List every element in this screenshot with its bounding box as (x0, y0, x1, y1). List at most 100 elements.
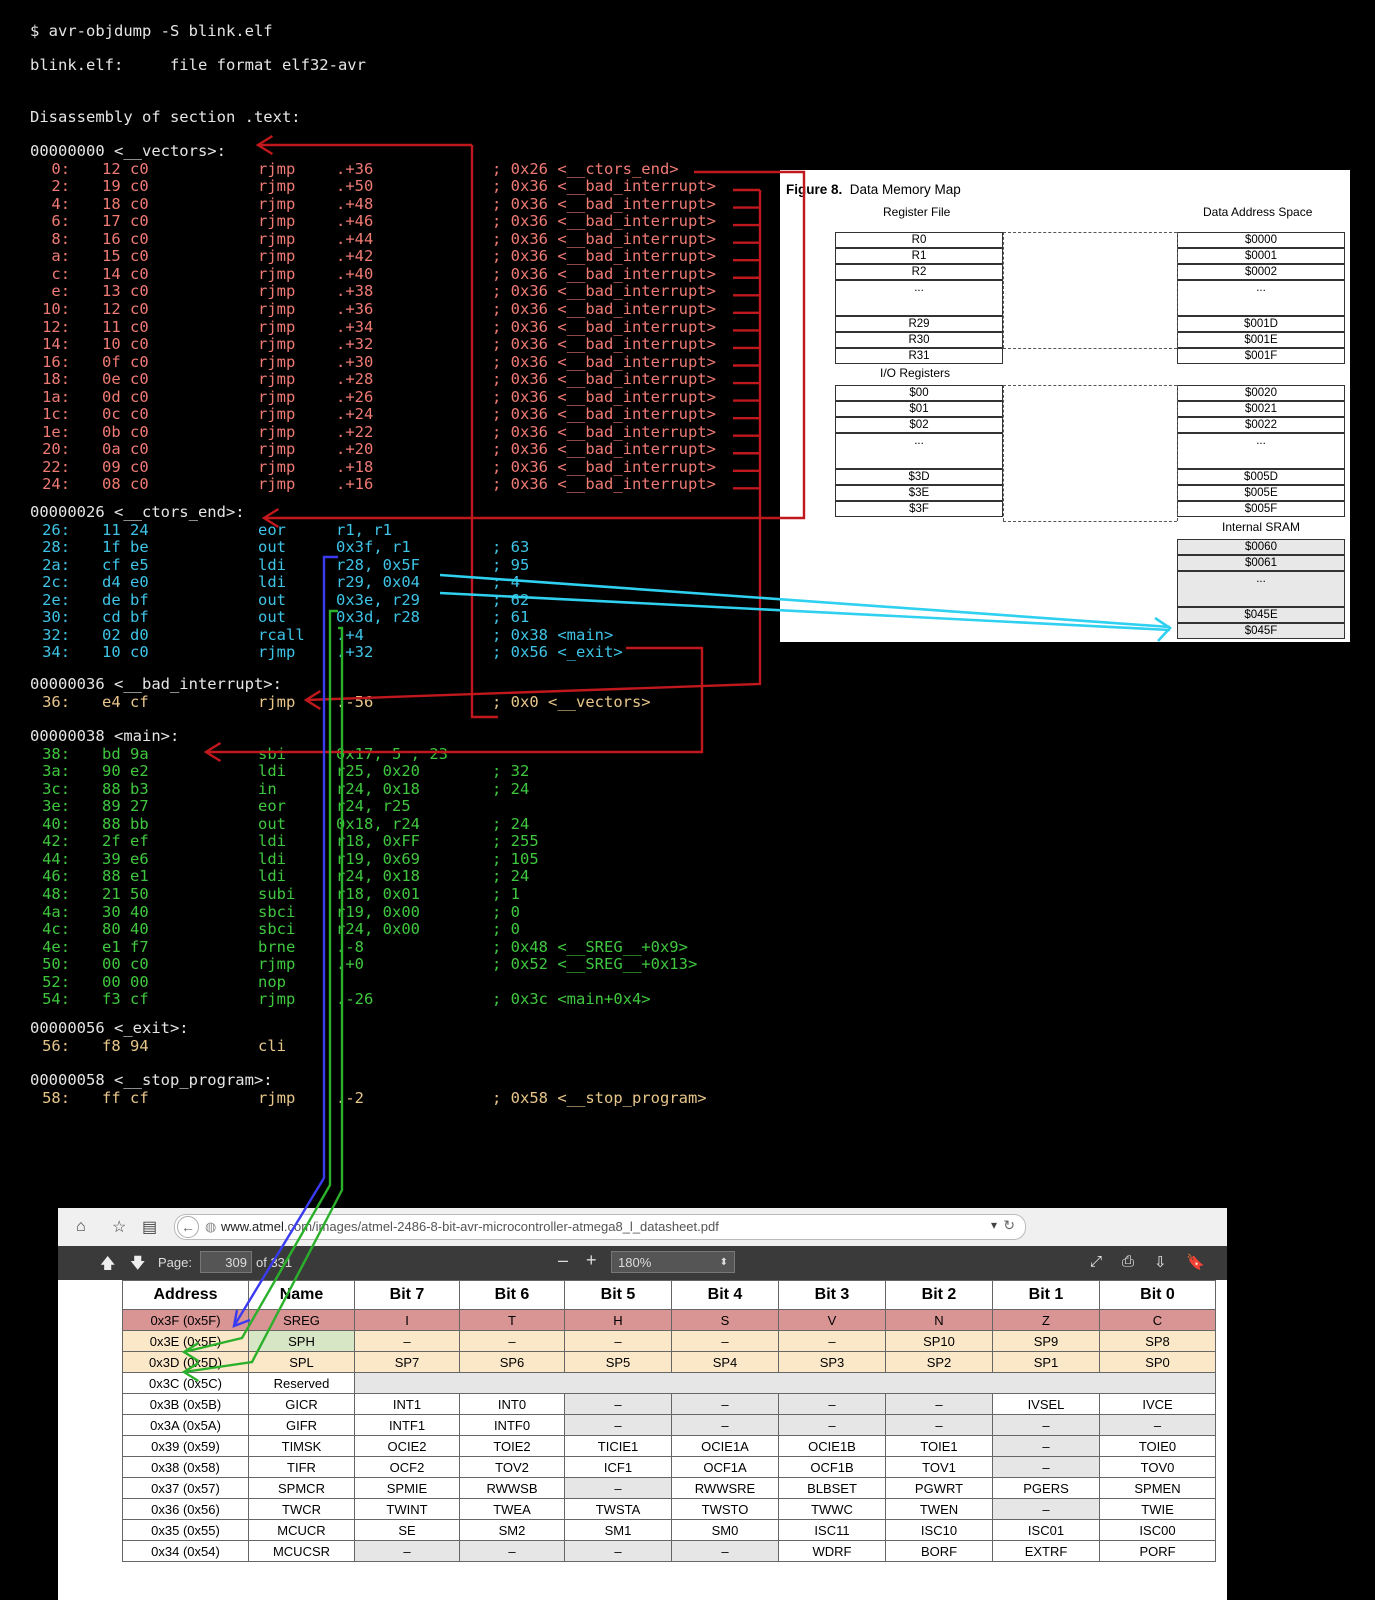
asm-address: 2: (51, 177, 71, 196)
asm-operands: .-2 (336, 1088, 364, 1107)
asm-mnemonic: brne (258, 937, 296, 956)
asm-operands: r18, 0x01 (336, 884, 420, 903)
asm-line: 26: 11 24 eor r1, r1 (30, 521, 770, 539)
asm-address: c: (51, 264, 71, 283)
asm-operands: 0x3d, r28 (336, 608, 420, 627)
bit-cell: TWSTO (671, 1498, 779, 1520)
file-format-line: blink.elf: file format elf32-avr (30, 56, 366, 74)
page-number-input[interactable]: 309 (200, 1251, 252, 1273)
asm-comment: ; 95 (492, 555, 530, 574)
bit-cell: EXTRF (992, 1540, 1100, 1562)
dashed-connector (1003, 232, 1177, 233)
asm-bytes: bd 9a (102, 744, 149, 763)
reload-icon[interactable]: ↻ (1003, 1217, 1015, 1234)
bit-cell: – (992, 1435, 1100, 1457)
bit-cell: C (1099, 1309, 1216, 1331)
register-address: 0x38 (0x58) (122, 1456, 249, 1478)
bookmark-icon[interactable]: 🔖 (1186, 1253, 1205, 1271)
table-row: 0x3E (0x5E) SPH – – – – – SP10 SP9 SP8 (122, 1330, 1216, 1352)
io-register-cell: $02 (835, 417, 1003, 433)
bit-cell: SP7 (354, 1351, 460, 1373)
asm-address: 0: (51, 159, 71, 178)
bookmark-star-icon[interactable]: ☆ (112, 1217, 126, 1237)
asm-address: 18: (42, 370, 71, 389)
asm-comment: ; 0x36 <__bad_interrupt> (492, 194, 716, 213)
dashed-connector (1177, 385, 1178, 521)
print-icon[interactable]: ⎙ (1122, 1253, 1134, 1270)
bit-cell: SP8 (1099, 1330, 1216, 1352)
asm-comment: ; 61 (492, 608, 530, 627)
fullscreen-icon[interactable]: ⤢ (1090, 1253, 1102, 1270)
asm-mnemonic: out (258, 814, 286, 833)
asm-line: 1e: 0b c0 rjmp .+22 ; 0x36 <__bad_interrupt> (30, 423, 770, 441)
column-header: Bit 4 (671, 1280, 779, 1310)
asm-comment: ; 24 (492, 867, 530, 886)
sram-address-cell: ... (1177, 571, 1345, 607)
next-page-icon[interactable]: 🡇 (130, 1253, 145, 1278)
zoom-out-button[interactable]: – (558, 1250, 568, 1271)
reserved-cell (354, 1372, 1216, 1394)
table-row: 0x37 (0x57) SPMCR SPMIE RWWSB – RWWSRE BLBSET P… (122, 1477, 1216, 1499)
asm-address: 1a: (42, 387, 71, 406)
sram-address-cell: $0061 (1177, 555, 1345, 571)
asm-address: 48: (42, 884, 71, 903)
asm-address: 50: (42, 955, 71, 974)
asm-bytes: 10 c0 (102, 335, 149, 354)
url-field[interactable]: ← ◍ www.atmel.com/images/atmel-2486-8-bi… (174, 1214, 1026, 1240)
asm-operands: r18, 0xFF (336, 832, 420, 851)
bit-cell: H (564, 1309, 672, 1331)
bit-cell: ISC11 (778, 1519, 886, 1541)
asm-bytes: 02 d0 (102, 625, 149, 644)
asm-line: 8: 16 c0 rjmp .+44 ; 0x36 <__bad_interrupt> (30, 230, 770, 248)
table-row: 0x3F (0x5F) SREG I T H S V N Z C (122, 1309, 1216, 1331)
bit-cell: TOV1 (885, 1456, 993, 1478)
asm-line: 6: 17 c0 rjmp .+46 ; 0x36 <__bad_interrupt> (30, 213, 770, 230)
bit-cell: – (885, 1393, 993, 1415)
asm-comment: ; 0x38 <main> (492, 625, 614, 644)
asm-mnemonic: rjmp (258, 475, 296, 494)
register-address-cell: ... (1177, 280, 1345, 316)
register-file-cell: R0 (835, 232, 1003, 248)
register-address-cell: $0002 (1177, 264, 1345, 280)
previous-page-icon[interactable]: 🡅 (100, 1253, 115, 1278)
address-bar-row: ⌂ ☆ ▤ ← ◍ www.atmel.com/images/atmel-248… (58, 1208, 1227, 1247)
dashed-connector (1003, 521, 1177, 522)
download-icon[interactable]: ⇩ (1154, 1253, 1167, 1271)
zoom-in-button[interactable]: + (586, 1250, 597, 1271)
bit-cell: SP10 (885, 1330, 993, 1352)
asm-line: 3a: 90 e2 ldi r25, 0x20 ; 32 (30, 763, 770, 780)
register-address: 0x3B (0x5B) (122, 1393, 249, 1415)
zoom-select[interactable]: 180% ⬍ (611, 1251, 735, 1273)
asm-bytes: e4 cf (102, 692, 149, 711)
asm-comment: ; 255 (492, 832, 539, 851)
register-address: 0x35 (0x55) (122, 1519, 249, 1541)
asm-bytes: 90 e2 (102, 762, 149, 781)
asm-mnemonic: rjmp (258, 440, 296, 459)
asm-address: 14: (42, 335, 71, 354)
table-row: 0x3B (0x5B) GICR INT1 INT0– – – – IVSEL IVCE (122, 1393, 1216, 1415)
home-icon[interactable]: ⌂ (76, 1218, 86, 1236)
asm-address: 58: (42, 1088, 71, 1107)
bit-cell: ISC00 (1099, 1519, 1216, 1541)
reader-icon[interactable]: ▤ (142, 1217, 157, 1237)
asm-comment: ; 0x36 <__bad_interrupt> (492, 299, 716, 318)
register-address-cell: $001F (1177, 348, 1345, 364)
asm-operands: 0x3e, r29 (336, 590, 420, 609)
asm-comment: ; 0x36 <__bad_interrupt> (492, 177, 716, 196)
back-icon[interactable]: ← (177, 1216, 199, 1238)
asm-address: 4a: (42, 902, 71, 921)
dropdown-icon[interactable]: ▾ (991, 1218, 997, 1232)
asm-mnemonic: rjmp (258, 335, 296, 354)
asm-line: 12: 11 c0 rjmp .+34 ; 0x36 <__bad_interrupt> (30, 318, 770, 336)
register-address: 0x3E (0x5E) (122, 1330, 249, 1352)
asm-line: 2a: cf e5 ldi r28, 0x5F ; 95 (30, 555, 770, 574)
asm-bytes: 0f c0 (102, 352, 149, 371)
asm-line: 30: cd bf out 0x3d, r28 ; 61 (30, 609, 770, 626)
asm-operands: .+0 (336, 955, 364, 974)
asm-comment: ; 63 (492, 538, 530, 557)
bit-cell: OCF1A (671, 1456, 779, 1478)
pdf-viewer-window: ⌂ ☆ ▤ ← ◍ www.atmel.com/images/atmel-248… (58, 1208, 1227, 1600)
asm-line: 16: 0f c0 rjmp .+30 ; 0x36 <__bad_interrupt> (30, 352, 770, 371)
asm-address: 54: (42, 990, 71, 1009)
asm-mnemonic: rjmp (258, 457, 296, 476)
